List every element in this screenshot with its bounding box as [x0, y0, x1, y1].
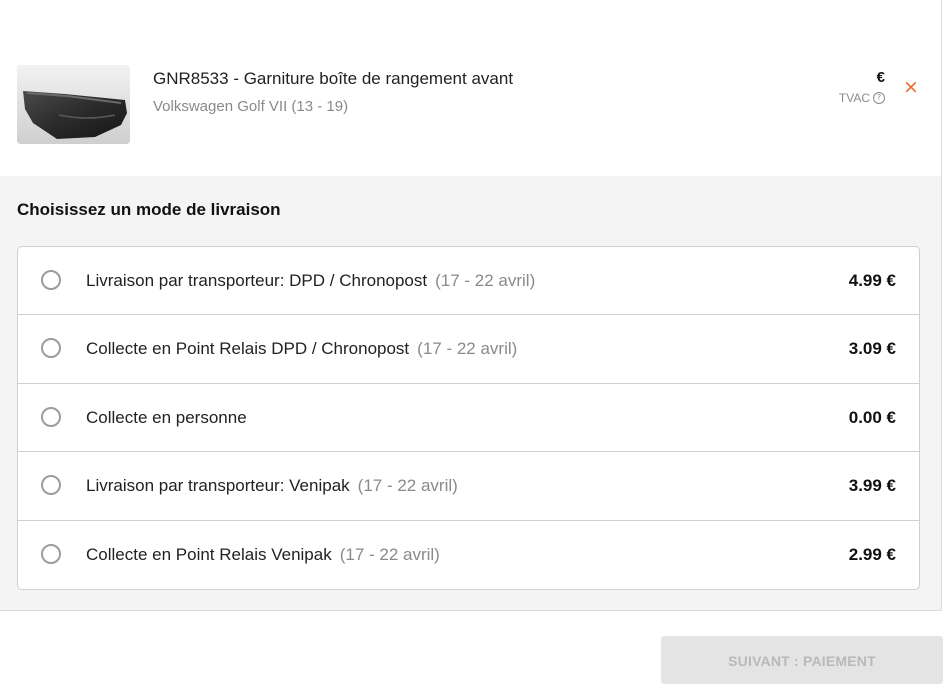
option-date: (17 - 22 avril) [435, 271, 536, 290]
delivery-option-in-person[interactable]: Collecte en personne 0.00 € [18, 384, 919, 453]
option-date: (17 - 22 avril) [339, 544, 440, 564]
option-price: 3.99 € [848, 476, 896, 496]
radio-button[interactable] [41, 270, 61, 290]
delivery-section: Choisissez un mode de livraison Livraiso… [0, 176, 941, 610]
delivery-option-relay-venipak[interactable]: Collecte en Point Relais Venipak (17 - 22… [18, 521, 919, 589]
radio-button[interactable] [41, 543, 61, 564]
option-label: Collecte en Point Relais Venipak (17 - 22… [86, 544, 440, 564]
radio-button[interactable] [41, 338, 61, 359]
option-label: Collecte en personne [86, 407, 247, 427]
tax-info: TVAC ? [839, 91, 885, 105]
delivery-option-venipak[interactable]: Livraison par transporteur: Venipak (17 -… [18, 452, 919, 521]
tax-label: TVAC [838, 91, 870, 105]
cart-card: GNR8533 - Garniture boîte de rangement a… [0, 0, 942, 611]
radio-button[interactable] [41, 475, 61, 496]
product-image [17, 65, 130, 144]
product-price: € [876, 69, 885, 86]
cart-item: GNR8533 - Garniture boîte de rangement a… [0, 0, 941, 176]
option-price: 3.09 € [848, 339, 896, 359]
product-vehicle: Volkswagen Golf VII (13 - 19) [153, 98, 349, 115]
delivery-option-dpd-chronopost[interactable]: Livraison par transporteur: DPD / Chrono… [18, 247, 919, 316]
delivery-heading: Choisissez un mode de livraison [17, 200, 281, 219]
delivery-option-relay-dpd-chronopost[interactable]: Collecte en Point Relais DPD / Chronopos… [18, 315, 919, 384]
option-date: (17 - 22 avril) [357, 476, 458, 496]
option-date: (17 - 22 avril) [417, 339, 518, 359]
next-payment-button[interactable]: SUIVANT : PAIEMENT [661, 636, 943, 684]
option-price: 4.99 € [848, 271, 896, 290]
help-icon[interactable]: ? [873, 92, 885, 104]
delivery-options-list: Livraison par transporteur: DPD / Chrono… [17, 246, 920, 590]
option-label: Livraison par transporteur: DPD / Chrono… [86, 271, 536, 290]
option-label: Collecte en Point Relais DPD / Chronopos… [86, 339, 518, 359]
option-price: 0.00 € [848, 407, 896, 427]
radio-button[interactable] [41, 406, 61, 427]
option-price: 2.99 € [848, 544, 896, 564]
close-icon[interactable]: × [901, 76, 921, 98]
product-photo [17, 65, 130, 144]
product-title: GNR8533 - Garniture boîte de rangement a… [153, 69, 514, 88]
option-label: Livraison par transporteur: Venipak (17 -… [86, 476, 458, 496]
